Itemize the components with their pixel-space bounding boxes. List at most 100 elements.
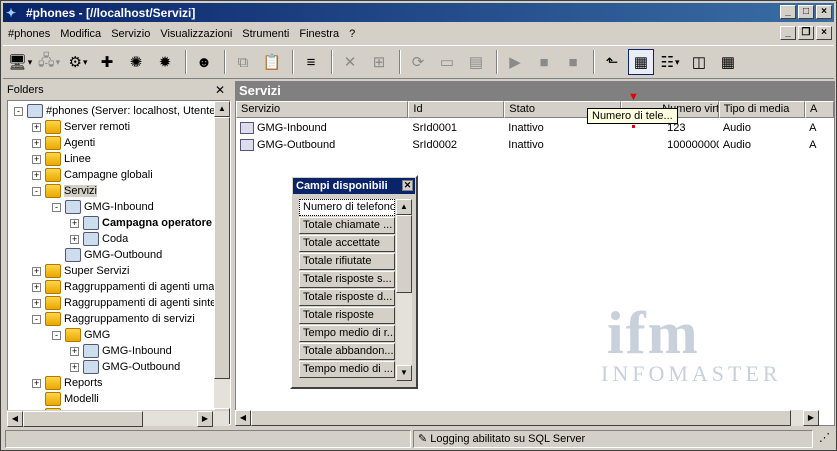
expand-icon[interactable]: + (70, 234, 79, 244)
new-item-icon[interactable]: 🖥 (7, 49, 33, 75)
minimize-button[interactable]: _ (780, 5, 796, 19)
scroll-right-icon[interactable]: ▶ (197, 411, 213, 427)
menu-strumenti[interactable]: Strumenti (237, 28, 294, 40)
table-row[interactable]: GMG-Outbound SrId0002 Inattivo 1000000001Au… (236, 136, 834, 153)
expand-icon[interactable]: + (70, 362, 79, 372)
scroll-thumb[interactable] (251, 410, 791, 426)
table-horizontal-scrollbar[interactable]: ◀ ▶ (235, 410, 819, 426)
scroll-right-icon[interactable]: ▶ (803, 410, 819, 426)
align-icon[interactable]: ≡ (298, 49, 324, 75)
expand-icon[interactable]: + (32, 170, 41, 180)
scroll-left-icon[interactable]: ◀ (235, 410, 251, 426)
folder-tree[interactable]: - #phones (Server: localhost, Utente + Serv… (7, 100, 231, 425)
gear-settings-icon[interactable]: ✹ (152, 49, 178, 75)
tree-node[interactable]: + Server remoti (32, 119, 130, 135)
menu-phones[interactable]: #phones (3, 28, 55, 40)
tree-node[interactable]: + Raggruppamenti di agenti sintetici (32, 295, 230, 311)
field-item[interactable]: Totale abbandon... (299, 343, 395, 360)
document-icon[interactable]: ▤ (463, 49, 489, 75)
paste-icon[interactable]: 📋 (259, 49, 285, 75)
tree-node[interactable]: - #phones (Server: localhost, Utente (14, 103, 215, 119)
field-item[interactable]: Totale risposte s... (299, 271, 395, 288)
collapse-icon[interactable]: - (32, 314, 41, 324)
table-row[interactable]: GMG-Inbound SrId0001 Inattivo 123 Audio A (236, 119, 834, 136)
tree-node[interactable]: - GMG (52, 327, 110, 343)
menu-visualizzazioni[interactable]: Visualizzazioni (155, 28, 237, 40)
mdi-close-button[interactable]: × (816, 26, 832, 40)
tree-node[interactable]: GMG-Outbound (52, 247, 162, 263)
tree-node[interactable]: Modelli (32, 391, 99, 407)
tree-node[interactable]: + Campagne globali (32, 167, 153, 183)
expand-icon[interactable]: + (70, 218, 79, 228)
agent-icon[interactable]: ☻ (191, 49, 217, 75)
column-header[interactable]: Tipo di media (718, 101, 806, 118)
tree-node[interactable]: + Super Servizi (32, 263, 129, 279)
expand-icon[interactable]: + (32, 298, 41, 308)
tree-vertical-scrollbar[interactable]: ▲ ▼ (214, 101, 230, 424)
view-list-icon[interactable]: ☷ (657, 49, 683, 75)
tree-node[interactable]: + Raggruppamenti di agenti umani (32, 279, 223, 295)
expand-icon[interactable]: + (32, 138, 41, 148)
menu-finestra[interactable]: Finestra (294, 28, 344, 40)
service-add-icon[interactable]: ✚ (94, 49, 120, 75)
view-details-icon[interactable]: ▦ (628, 49, 654, 75)
field-item[interactable]: Totale chiamate ... (299, 217, 395, 234)
delete-icon[interactable]: ✕ (337, 49, 363, 75)
collapse-icon[interactable]: - (52, 330, 61, 340)
tree-node[interactable]: + Campagna operatore (70, 215, 212, 231)
mdi-minimize-button[interactable]: _ (780, 26, 796, 40)
menu-servizio[interactable]: Servizio (106, 28, 155, 40)
expand-icon[interactable]: + (32, 378, 41, 388)
tree-node[interactable]: - Servizi (32, 183, 98, 199)
field-item[interactable]: Tempo medio di ... (299, 361, 395, 378)
column-header[interactable]: Servizio (236, 101, 409, 118)
field-item[interactable]: Numero di telefono (299, 199, 395, 216)
grid-view-icon[interactable]: ▦ (715, 49, 741, 75)
field-list-scrollbar[interactable]: ▲ ▼ (396, 199, 412, 381)
close-icon[interactable]: ✕ (215, 83, 225, 97)
tree-node[interactable]: + Reports (32, 375, 103, 391)
tree-node[interactable]: + Linee (32, 151, 91, 167)
expand-icon[interactable]: + (32, 122, 41, 132)
field-item[interactable]: Totale rifiutate (299, 253, 395, 270)
maximize-button[interactable]: □ (798, 5, 814, 19)
collapse-icon[interactable]: - (52, 202, 61, 212)
expand-icon[interactable]: + (32, 282, 41, 292)
chart-view-icon[interactable]: ◫ (686, 49, 712, 75)
collapse-icon[interactable]: - (32, 186, 41, 196)
field-item[interactable]: Totale accettate (299, 235, 395, 252)
field-chooser-title-bar[interactable]: Campi disponibili ✕ (293, 178, 415, 194)
folder-up-icon[interactable]: ⬑ (599, 49, 625, 75)
tree-node[interactable]: - Raggruppamento di servizi (32, 311, 195, 327)
tree-horizontal-scrollbar[interactable]: ◀ ▶ (7, 410, 229, 427)
tree-node[interactable]: + GMG-Outbound (70, 359, 180, 375)
menu-help[interactable]: ? (344, 28, 360, 40)
field-item[interactable]: Totale risposte (299, 307, 395, 324)
copy-icon[interactable]: ⧉ (230, 49, 256, 75)
pause-icon[interactable]: ■ (560, 49, 586, 75)
field-item[interactable]: Tempo medio di r... (299, 325, 395, 342)
resize-grip-icon[interactable]: ⋰ (815, 430, 832, 448)
server-icon[interactable]: 🖧 (36, 49, 62, 75)
scroll-left-icon[interactable]: ◀ (7, 411, 23, 427)
tree-node[interactable]: + GMG-Inbound (70, 343, 172, 359)
close-button[interactable]: × (816, 5, 832, 19)
column-header[interactable]: Id (408, 101, 505, 118)
gear-blue-icon[interactable]: ✺ (123, 49, 149, 75)
stop-icon[interactable]: ■ (531, 49, 557, 75)
tree-node[interactable]: - GMG-Inbound (52, 199, 154, 215)
field-item[interactable]: Totale risposte d... (299, 289, 395, 306)
play-icon[interactable]: ▶ (502, 49, 528, 75)
properties-icon[interactable]: ⊞ (366, 49, 392, 75)
refresh-icon[interactable]: ⟳ (405, 49, 431, 75)
scroll-up-icon[interactable]: ▲ (396, 199, 412, 215)
expand-icon[interactable]: + (32, 154, 41, 164)
scroll-thumb[interactable] (214, 117, 230, 379)
expand-icon[interactable]: + (70, 346, 79, 356)
scroll-thumb[interactable] (23, 411, 143, 427)
close-icon[interactable]: ✕ (402, 180, 413, 191)
collapse-icon[interactable]: - (14, 106, 23, 116)
scroll-thumb[interactable] (396, 215, 412, 293)
menu-modifica[interactable]: Modifica (55, 28, 106, 40)
window-icon[interactable]: ▭ (434, 49, 460, 75)
